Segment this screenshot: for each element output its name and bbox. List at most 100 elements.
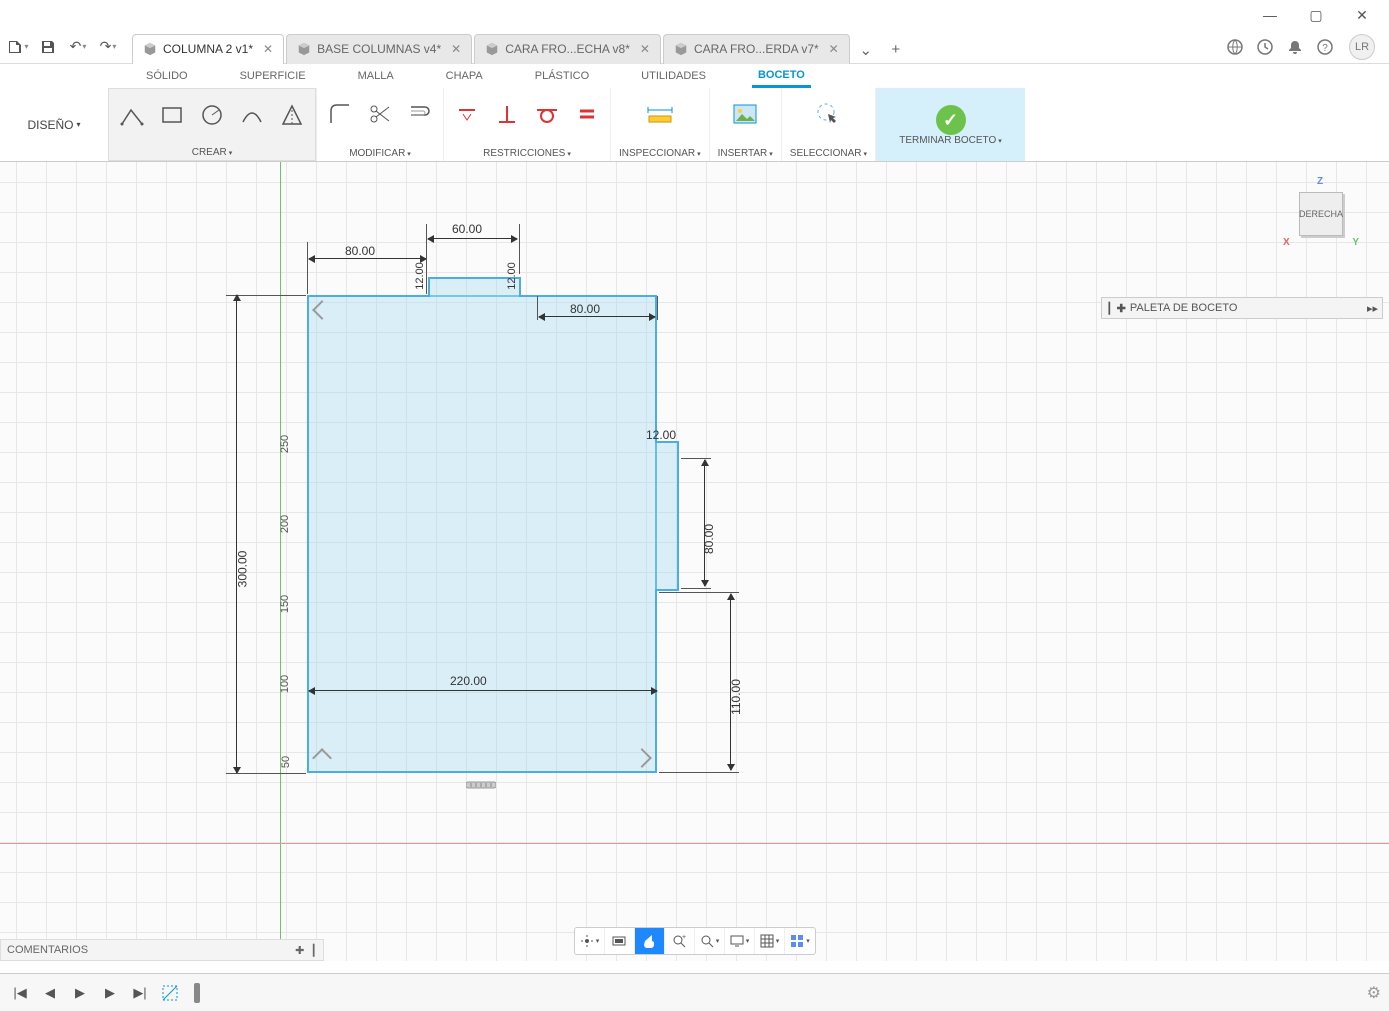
new-tab-button[interactable]: + [882,36,910,64]
help-button[interactable]: ? [1311,33,1339,61]
close-button[interactable]: ✕ [1339,0,1385,30]
dimension-12b[interactable]: 12.00 [506,262,518,290]
minimize-button[interactable]: — [1247,0,1293,30]
fillet-tool-icon[interactable] [325,99,355,129]
insert-image-icon[interactable] [730,99,760,129]
tab-carafro-erda[interactable]: CARA FRO...ERDA v7* ✕ [663,34,850,64]
add-comment-icon[interactable]: ✚ [295,944,304,957]
dimension-60[interactable]: 60.00 [452,222,482,236]
tab-basecolumnas[interactable]: BASE COLUMNAS v4* ✕ [286,34,472,64]
zoom-tool[interactable]: ▾ [695,928,725,954]
rectangle-tool-icon[interactable] [157,100,187,130]
timeline-sketch-feature[interactable] [158,981,182,1005]
workspace-switcher[interactable]: DISEÑO▾ [0,88,108,161]
group-label-inspeccionar[interactable]: INSPECCIONAR▾ [619,148,701,159]
equal-constraint-icon[interactable] [572,99,602,129]
offset-tool-icon[interactable] [405,99,435,129]
zoom-window-tool[interactable]: + [665,928,695,954]
finish-sketch-button[interactable]: ✓ [936,105,966,135]
group-label-crear[interactable]: CREAR▾ [192,147,233,158]
ribbon-tab-boceto[interactable]: BOCETO [752,65,811,88]
undo-button[interactable]: ↶▾ [64,33,92,61]
group-label-terminar[interactable]: TERMINAR BOCETO▾ [899,135,1002,146]
y-axis [280,162,281,961]
display-settings[interactable]: ▾ [725,928,755,954]
file-menu-button[interactable]: ▾ [4,33,32,61]
dimension-220[interactable]: 220.00 [450,674,487,688]
timeline-playhead[interactable] [194,983,200,1003]
timeline: |◀ ◀ ▶ ▶ ▶| ⚙ [0,973,1389,1011]
expand-icon[interactable]: ▸▸ [1367,302,1378,315]
timeline-back[interactable]: ◀ [38,981,62,1005]
ruler-tick: 150 [279,595,291,613]
timeline-settings-icon[interactable]: ⚙ [1367,983,1381,1003]
ribbon-tab-malla[interactable]: MALLA [352,66,400,86]
canvas[interactable]: 300.00 220.00 80.00 60.00 80.00 12.00 12… [0,162,1389,961]
constraint-glyph [312,748,332,768]
job-status-button[interactable] [1251,33,1279,61]
dimension-80c[interactable]: 80.00 [702,524,716,554]
perpendicular-constraint-icon[interactable] [492,99,522,129]
ribbon-tab-plastico[interactable]: PLÁSTICO [529,66,595,86]
tab-close-icon[interactable]: ✕ [829,42,839,56]
ribbon-tab-superficie[interactable]: SUPERFICIE [234,66,312,86]
data-panel-button[interactable] [1221,33,1249,61]
group-label-insertar[interactable]: INSERTAR▾ [718,148,773,159]
sketch-palette-header[interactable]: ┃ ✚ PALETA DE BOCETO ▸▸ [1101,297,1383,319]
group-label-modificar[interactable]: MODIFICAR▾ [349,148,411,159]
timeline-end[interactable]: ▶| [128,981,152,1005]
redo-button[interactable]: ↷▾ [94,33,122,61]
tangent-constraint-icon[interactable] [532,99,562,129]
trim-tool-icon[interactable] [365,99,395,129]
group-label-seleccionar[interactable]: SELECCIONAR▾ [790,148,867,159]
tab-columna2[interactable]: COLUMNA 2 v1* ✕ [132,34,284,64]
cube-icon [674,42,688,56]
tab-close-icon[interactable]: ✕ [451,42,461,56]
ribbon-tab-chapa[interactable]: CHAPA [440,66,489,86]
maximize-button[interactable]: ▢ [1293,0,1339,30]
dimension-12a[interactable]: 12.00 [414,262,426,290]
timeline-start[interactable]: |◀ [8,981,32,1005]
ext-line [307,242,308,294]
tab-row: ▾ ↶▾ ↷▾ COLUMNA 2 v1* ✕ BASE COLUMNAS v4… [0,30,1389,64]
save-button[interactable] [34,33,62,61]
tab-close-icon[interactable]: ✕ [263,42,273,56]
dimension-110[interactable]: 110.00 [729,679,743,715]
dimension-80b[interactable]: 80.00 [570,302,600,316]
orbit-tool[interactable]: ▾ [575,928,605,954]
viewcube-face[interactable]: DERECHA [1299,192,1343,236]
notifications-button[interactable] [1281,33,1309,61]
circle-tool-icon[interactable] [197,100,227,130]
ribbon-tab-solido[interactable]: SÓLIDO [140,66,194,86]
viewport-layout[interactable]: ▾ [785,928,815,954]
ribbon: DISEÑO▾ CREAR▾ MODIFICAR▾ RESTRICCIONES▾ [0,88,1389,162]
sketch-profile[interactable] [307,295,657,773]
dimension-line [309,690,657,691]
user-avatar[interactable]: LR [1349,34,1375,60]
pan-tool[interactable] [635,928,665,954]
dimension-300[interactable]: 300.00 [235,551,249,588]
tab-label: COLUMNA 2 v1* [163,42,253,56]
polygon-tool-icon[interactable] [277,100,307,130]
tab-close-icon[interactable]: ✕ [640,42,650,56]
ribbon-tab-utilidades[interactable]: UTILIDADES [635,66,712,86]
timeline-play[interactable]: ▶ [68,981,92,1005]
horizontal-constraint-icon[interactable] [452,99,482,129]
arc-tool-icon[interactable] [237,100,267,130]
sketch-base-grip-icon[interactable] [466,780,496,790]
view-cube[interactable]: Z Y X DERECHA [1289,182,1353,246]
tabs-dropdown-button[interactable]: ⌄ [852,36,880,64]
grid-background [0,162,1389,961]
dimension-12c[interactable]: 12.00 [646,428,676,442]
line-tool-icon[interactable] [117,100,147,130]
group-label-restricciones[interactable]: RESTRICCIONES▾ [483,148,571,159]
comments-panel-header[interactable]: COMENTARIOS ✚┃ [0,939,324,961]
timeline-forward[interactable]: ▶ [98,981,122,1005]
grid-settings[interactable]: ▾ [755,928,785,954]
select-tool-icon[interactable] [813,99,843,129]
tab-carafro-echa[interactable]: CARA FRO...ECHA v8* ✕ [474,34,661,64]
measure-tool-icon[interactable] [645,99,675,129]
dimension-80a[interactable]: 80.00 [345,244,375,258]
comments-pin-icon[interactable]: ┃ [310,944,317,957]
look-at-tool[interactable] [605,928,635,954]
